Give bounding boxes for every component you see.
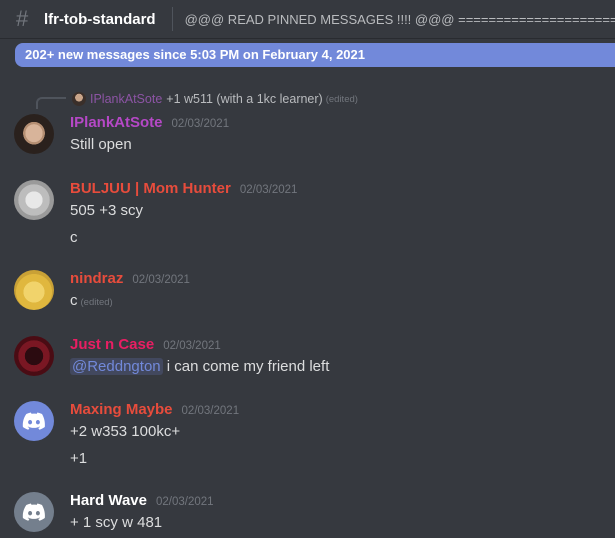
reply-avatar — [72, 92, 86, 106]
message-content: c — [70, 229, 78, 246]
message-author[interactable]: nindraz — [70, 270, 123, 287]
avatar[interactable] — [14, 114, 54, 154]
avatar[interactable] — [14, 180, 54, 220]
reply-text: +1 w511 (with a 1kc learner) — [166, 92, 323, 106]
message-timestamp: 02/03/2021 — [132, 274, 190, 286]
avatar[interactable] — [14, 492, 54, 532]
message-author[interactable]: IPlankAtSote — [70, 114, 163, 131]
message-timestamp: 02/03/2021 — [181, 405, 240, 417]
message-content: +2 w353 100kc+ — [70, 423, 181, 440]
message-content: 505 +3 scy — [70, 202, 143, 219]
message-content-row: @Reddngton i can come my friend left — [70, 358, 329, 375]
message-timestamp: 02/03/2021 — [155, 496, 214, 508]
avatar[interactable] — [14, 401, 54, 441]
reply-edited-tag: (edited) — [325, 93, 358, 105]
channel-header: # lfr-tob-standard @@@ READ PINNED MESSA… — [0, 0, 615, 38]
message-content: i can come my friend left — [166, 358, 330, 375]
message-timestamp: 02/03/2021 — [239, 184, 298, 196]
header-divider — [171, 7, 173, 31]
new-messages-bar[interactable]: 202+ new messages since 5:03 PM on Febru… — [15, 43, 615, 67]
message-author[interactable]: Maxing Maybe — [70, 401, 173, 418]
reply-connector — [36, 97, 66, 109]
reply-preview[interactable]: IPlankAtSote +1 w511 (with a 1kc learner… — [72, 91, 358, 107]
message-content: c — [70, 292, 78, 309]
edited-tag: (edited) — [80, 297, 113, 308]
message-timestamp: 02/03/2021 — [163, 340, 221, 352]
text-channel-icon: # — [16, 6, 29, 31]
avatar[interactable] — [14, 336, 54, 376]
discord-logo-icon — [22, 503, 45, 521]
user-mention[interactable]: @Reddngton — [70, 358, 163, 375]
discord-logo-icon — [22, 412, 45, 430]
avatar[interactable] — [14, 270, 54, 310]
message-content-row: c (edited) — [70, 292, 113, 309]
channel-topic[interactable]: @@@ READ PINNED MESSAGES !!!! @@@ ======… — [185, 12, 615, 27]
channel-name: lfr-tob-standard — [43, 10, 156, 28]
message-content: +1 — [70, 450, 88, 467]
message-content: + 1 scy w 481 — [70, 514, 163, 531]
message-timestamp: 02/03/2021 — [171, 118, 230, 130]
message-author[interactable]: Hard Wave — [70, 492, 147, 509]
message-author[interactable]: Just n Case — [70, 336, 154, 353]
message-content: Still open — [70, 136, 132, 153]
message-author[interactable]: BULJUU | Mom Hunter — [70, 180, 231, 197]
reply-author[interactable]: IPlankAtSote — [90, 92, 162, 106]
